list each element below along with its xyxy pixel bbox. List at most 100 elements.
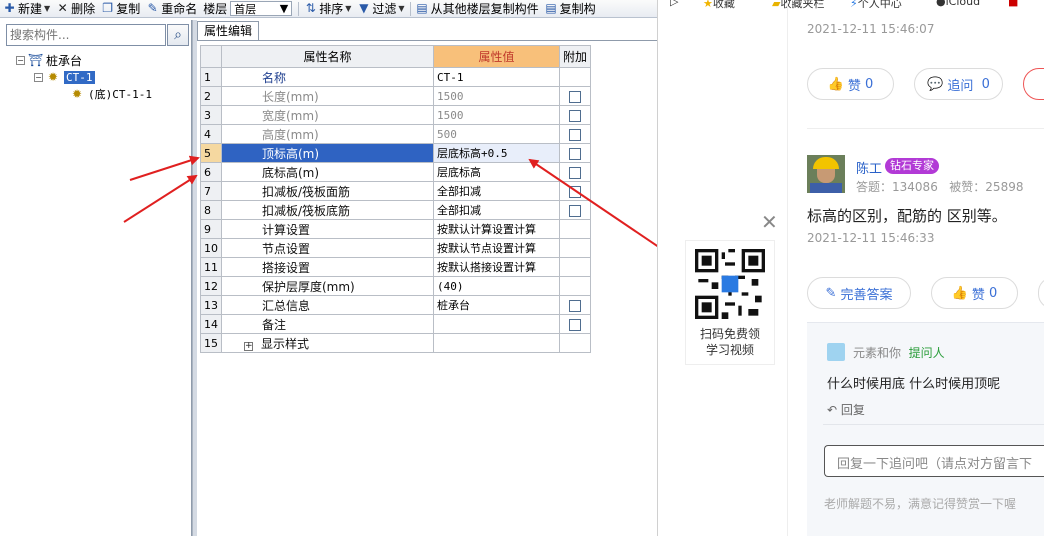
property-value-cell[interactable]: 按默认节点设置计算 xyxy=(433,238,560,258)
bookmark-personal-center[interactable]: ⚡ 个人中心 xyxy=(850,0,902,9)
property-value-cell[interactable] xyxy=(433,314,560,334)
bookmark-collapse[interactable]: ▷ xyxy=(670,0,678,8)
property-name-cell[interactable]: 名称 xyxy=(221,67,434,87)
extra-checkbox[interactable] xyxy=(569,299,581,312)
answer1-like-button[interactable]: 👍 赞 0 xyxy=(807,68,894,100)
copy-to-floor-button[interactable]: ▤ 复制构 xyxy=(542,0,599,17)
sort-button[interactable]: ⇅ 排序 ▼ xyxy=(301,0,354,17)
answer2-text: 标高的区别，配筋的 区别等。 xyxy=(807,207,1007,225)
answer2-like-button[interactable]: 👍 赞 0 xyxy=(931,277,1018,309)
collapse-icon[interactable]: − xyxy=(16,55,25,65)
tree-item-ct1-1[interactable]: ✹ (底) CT-1-1 xyxy=(70,86,152,102)
property-name-cell[interactable]: + 显示样式 xyxy=(221,333,434,353)
grid-row[interactable]: 15 + 显示样式 xyxy=(200,333,592,353)
property-name-cell[interactable]: 备注 xyxy=(221,314,434,334)
property-name-cell[interactable]: 保护层厚度(mm) xyxy=(221,276,434,296)
component-tree-panel: ⌕ − ⛩ 桩承台 − ✹ CT-1 ✹ (底)CT-1-1 xyxy=(0,20,192,536)
qr-promo-panel[interactable]: 扫码免费领 学习视频 xyxy=(685,240,775,365)
property-name-cell[interactable]: 扣减板/筏板底筋 xyxy=(221,200,434,220)
avatar[interactable] xyxy=(807,155,845,193)
grid-row[interactable]: 14 备注 xyxy=(200,314,592,334)
followup-reply-button[interactable]: ↶ 回复 xyxy=(827,401,865,418)
answer1-more-button[interactable] xyxy=(1023,68,1044,100)
property-value-header[interactable]: 属性值 xyxy=(433,45,560,68)
grid-row[interactable]: 2 长度(mm) 1500 xyxy=(200,86,592,106)
copy-from-floor-button[interactable]: ▤ 从其他楼层复制构件 xyxy=(413,0,542,17)
property-name-header[interactable]: 属性名称 xyxy=(221,45,434,68)
grid-row[interactable]: 13 汇总信息 桩承台 xyxy=(200,295,592,315)
grid-row[interactable]: 4 高度(mm) 500 xyxy=(200,124,592,144)
answer2-author[interactable]: 陈工 xyxy=(856,158,882,177)
collapse-icon[interactable]: − xyxy=(34,72,43,82)
tab-property-edit[interactable]: 属性编辑 xyxy=(197,21,259,41)
extra-checkbox[interactable] xyxy=(569,166,581,179)
grid-row[interactable]: 9 计算设置 按默认计算设置计算 xyxy=(200,219,592,239)
extra-checkbox[interactable] xyxy=(569,318,581,331)
grid-row[interactable]: 12 保护层厚度(mm) (40) xyxy=(200,276,592,296)
expand-icon[interactable]: + xyxy=(244,341,253,351)
answer2-more-button[interactable] xyxy=(1038,277,1044,309)
property-value-cell[interactable]: (40) xyxy=(433,276,560,296)
grid-row[interactable]: 6 底标高(m) 层底标高 xyxy=(200,162,592,182)
property-name-cell[interactable]: 高度(mm) xyxy=(221,124,434,144)
grid-row[interactable]: 11 搭接设置 按默认搭接设置计算 xyxy=(200,257,592,277)
property-value-cell[interactable]: 全部扣减 xyxy=(433,181,560,201)
tree-item-ct1[interactable]: − ✹ CT-1 xyxy=(34,69,95,85)
tree-item-root[interactable]: − ⛩ 桩承台 xyxy=(16,52,82,68)
improve-answer-button[interactable]: ✎ 完善答案 xyxy=(807,277,911,309)
new-button[interactable]: ✚ 新建 ▼ xyxy=(0,0,53,17)
extra-header[interactable]: 附加 xyxy=(558,45,592,68)
close-icon[interactable]: ✕ xyxy=(761,210,778,234)
copy-button[interactable]: ❐ 复制 xyxy=(98,0,143,17)
property-name-cell[interactable]: 汇总信息 xyxy=(221,295,434,315)
bookmark-icloud[interactable]: ● iCloud xyxy=(936,0,980,8)
rename-button[interactable]: ✎ 重命名 xyxy=(143,0,200,17)
bookmark-favorites[interactable]: ★ 收藏 xyxy=(703,0,735,9)
bookmark-extra[interactable]: ■ xyxy=(1008,0,1018,8)
property-name-cell[interactable]: 宽度(mm) xyxy=(221,105,434,125)
property-value-cell[interactable]: 按默认搭接设置计算 xyxy=(433,257,560,277)
grid-row[interactable]: 10 节点设置 按默认节点设置计算 xyxy=(200,238,592,258)
property-name-cell[interactable]: 长度(mm) xyxy=(221,86,434,106)
property-value-cell[interactable]: CT-1 xyxy=(433,67,560,87)
property-value-cell[interactable] xyxy=(433,333,560,353)
component-search-input[interactable] xyxy=(6,24,166,46)
followup-reply-input[interactable]: 回复一下追问吧（请点对方留言下 xyxy=(824,445,1044,477)
extra-checkbox[interactable] xyxy=(569,185,581,198)
property-value-cell[interactable]: 按默认计算设置计算 xyxy=(433,219,560,239)
property-value-cell[interactable]: 1500 xyxy=(433,86,560,106)
floor-select[interactable]: 首层 ▼ xyxy=(230,1,293,16)
grid-row[interactable]: 7 扣减板/筏板面筋 全部扣减 xyxy=(200,181,592,201)
extra-checkbox[interactable] xyxy=(569,90,581,103)
grid-row[interactable]: 3 宽度(mm) 1500 xyxy=(200,105,592,125)
extra-checkbox[interactable] xyxy=(569,109,581,122)
property-value-cell[interactable]: 500 xyxy=(433,124,560,144)
search-icon[interactable]: ⌕ xyxy=(167,24,189,46)
grid-row[interactable]: 5 顶标高(m) 层底标高+0.5 xyxy=(200,143,592,163)
property-value-cell[interactable]: 层底标高 xyxy=(433,162,560,182)
extra-checkbox[interactable] xyxy=(569,128,581,141)
grid-row[interactable]: 8 扣减板/筏板底筋 全部扣减 xyxy=(200,200,592,220)
extra-cell xyxy=(558,124,592,144)
property-value-cell[interactable]: 1500 xyxy=(433,105,560,125)
property-name-cell[interactable]: 计算设置 xyxy=(221,219,434,239)
filter-button[interactable]: ▼ 过滤 ▼ xyxy=(354,0,407,17)
property-name-cell[interactable]: 顶标高(m) xyxy=(221,143,434,163)
extra-checkbox[interactable] xyxy=(569,147,581,160)
expert-badge: 钻石专家 xyxy=(885,158,939,174)
grid-row[interactable]: 1 名称 CT-1 xyxy=(200,67,592,87)
qr-caption: 扫码免费领 学习视频 xyxy=(699,327,760,357)
property-name-cell[interactable]: 搭接设置 xyxy=(221,257,434,277)
answer1-followup-button[interactable]: 💬 追问 0 xyxy=(914,68,1003,100)
property-name-cell[interactable]: 扣减板/筏板面筋 xyxy=(221,181,434,201)
property-name-cell[interactable]: 底标高(m) xyxy=(221,162,434,182)
delete-button[interactable]: ✕ 删除 xyxy=(53,0,98,17)
property-value-cell[interactable]: 全部扣减 xyxy=(433,200,560,220)
extra-checkbox[interactable] xyxy=(569,204,581,217)
bookmark-favorites-bar[interactable]: ▰ 收藏夹栏 xyxy=(772,0,824,9)
property-value-cell[interactable]: 层底标高+0.5 xyxy=(433,143,560,163)
row-number: 10 xyxy=(200,238,222,258)
apple-icon: ● xyxy=(936,0,946,8)
property-value-cell[interactable]: 桩承台 xyxy=(433,295,560,315)
property-name-cell[interactable]: 节点设置 xyxy=(221,238,434,258)
